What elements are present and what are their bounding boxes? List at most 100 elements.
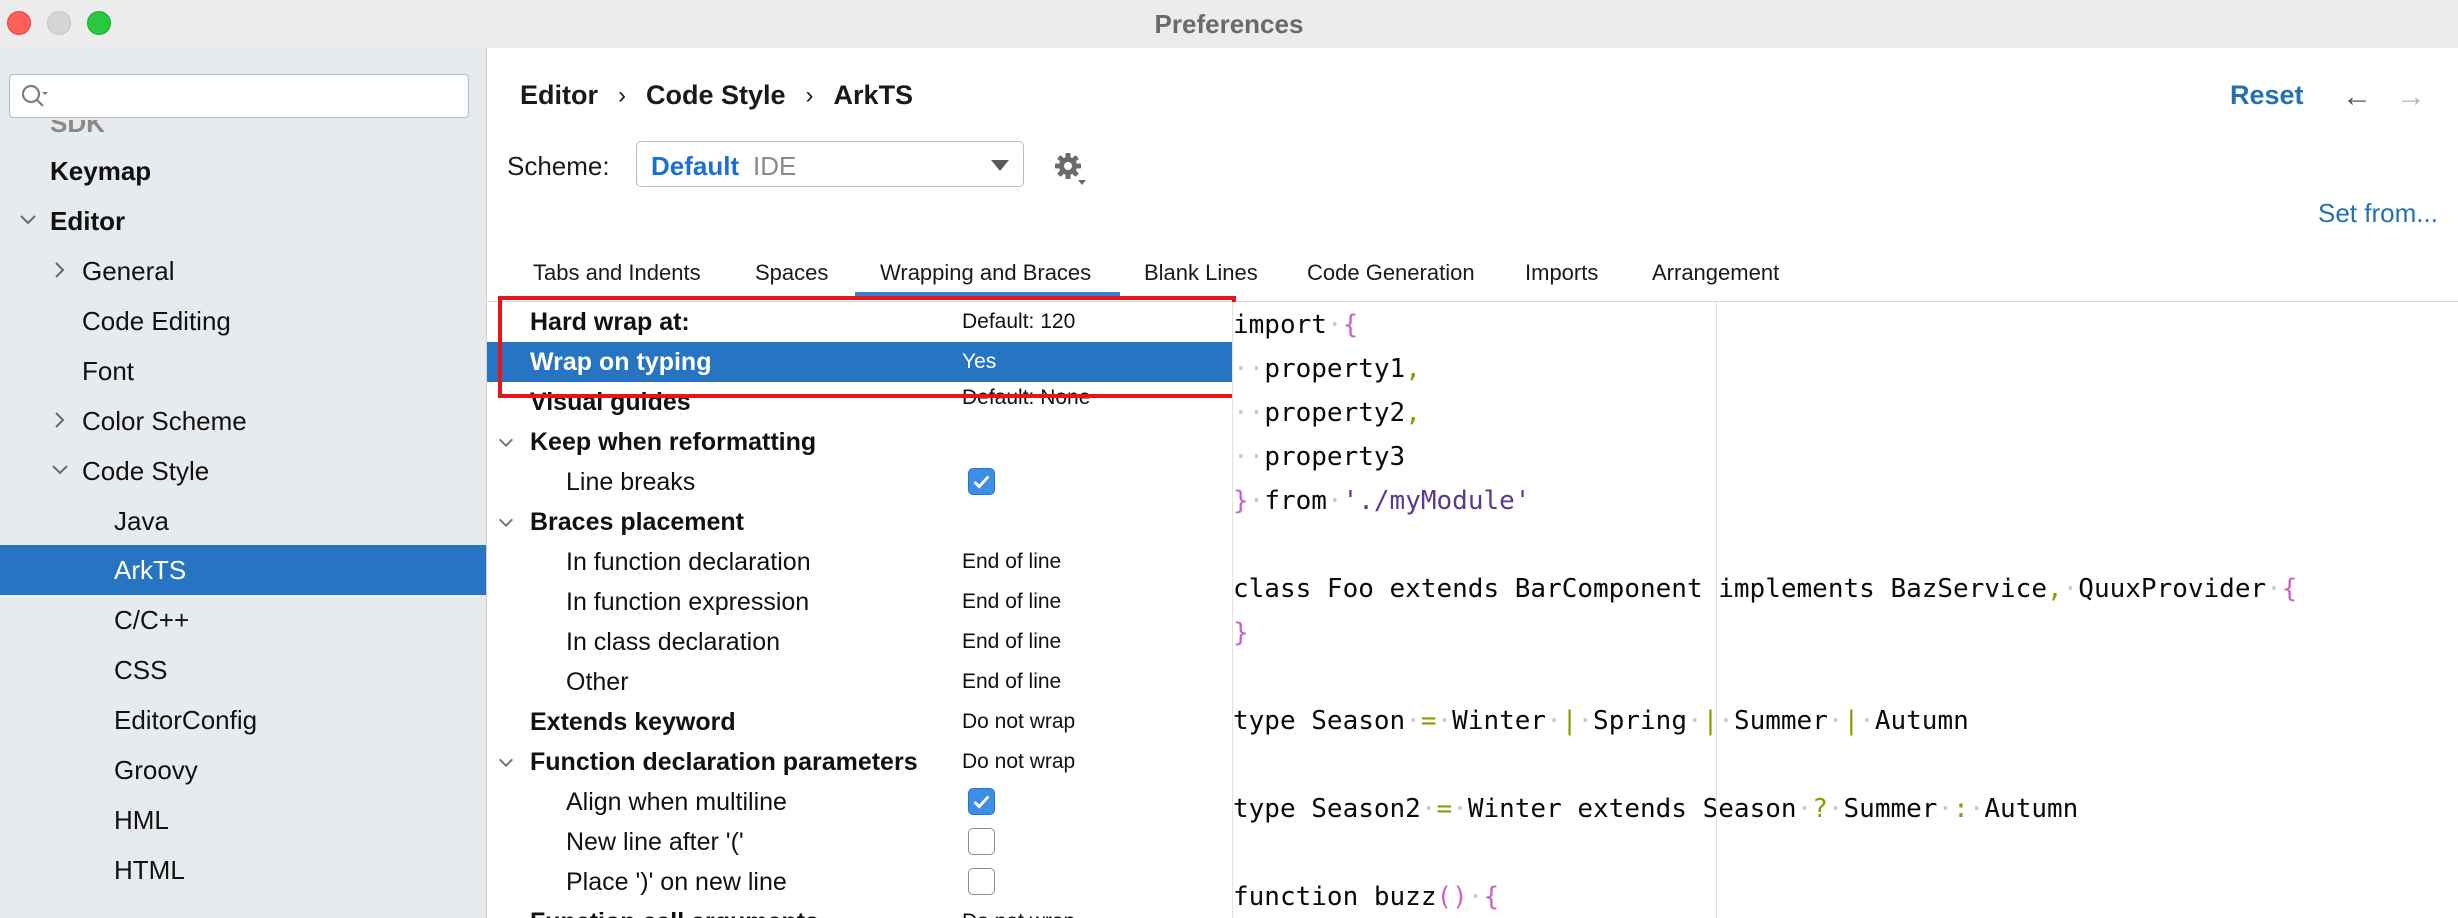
setting-value[interactable]: Do not wrap: [962, 710, 1075, 734]
sidebar-item-code-style[interactable]: Code Style: [0, 446, 486, 496]
tab-spaces[interactable]: Spaces: [755, 260, 828, 286]
sidebar-item-hml[interactable]: HML: [0, 795, 486, 845]
setting-row-other[interactable]: Other End of line: [487, 662, 1232, 702]
sidebar-item-label: Color Scheme: [82, 405, 247, 436]
chevron-down-icon[interactable]: [50, 460, 70, 480]
line-breaks-checkbox[interactable]: [968, 468, 995, 495]
sidebar-item-cpp[interactable]: C/C++: [0, 595, 486, 645]
setting-row-in-function-declaration[interactable]: In function declaration End of line: [487, 542, 1232, 582]
code-line: }: [1233, 618, 1249, 648]
setting-label: In function expression: [566, 588, 810, 616]
tab-code-generation[interactable]: Code Generation: [1307, 260, 1475, 286]
set-from-link[interactable]: Set from...: [2318, 198, 2438, 229]
new-line-after-checkbox[interactable]: [968, 828, 995, 855]
scheme-label: Scheme:: [507, 151, 610, 181]
breadcrumb-item[interactable]: Code Style: [646, 80, 786, 111]
setting-value[interactable]: End of line: [962, 590, 1061, 614]
tab-arrangement[interactable]: Arrangement: [1652, 260, 1779, 286]
tab-wrapping-and-braces[interactable]: Wrapping and Braces: [880, 260, 1091, 286]
code-line: type Season·=·Winter·|·Spring·|·Summer·|…: [1233, 706, 1969, 736]
setting-value[interactable]: End of line: [962, 630, 1061, 654]
setting-value[interactable]: End of line: [962, 550, 1061, 574]
setting-row-new-line-after-paren[interactable]: New line after '(': [487, 822, 1232, 862]
code-line: ··property2,: [1233, 398, 1421, 428]
code-line: type Season2·=·Winter extends Season·?·S…: [1233, 794, 2079, 824]
tab-tabs-and-indents[interactable]: Tabs and Indents: [533, 260, 701, 286]
sidebar-item-keymap[interactable]: Keymap: [0, 146, 486, 196]
setting-value[interactable]: Do not wrap: [962, 910, 1075, 918]
place-paren-checkbox[interactable]: [968, 868, 995, 895]
code-line: function buzz()·{: [1233, 882, 1500, 912]
chevron-down-icon[interactable]: [497, 754, 515, 772]
breadcrumb-separator-icon: ›: [805, 81, 814, 109]
check-icon: [973, 475, 990, 489]
setting-label: Function declaration parameters: [530, 748, 918, 776]
window-title: Preferences: [1154, 9, 1304, 39]
code-line: ··property1,: [1233, 354, 1421, 384]
sidebar-item-html[interactable]: HTML: [0, 845, 486, 895]
gear-icon[interactable]: [1052, 150, 1088, 186]
chevron-down-icon[interactable]: [497, 434, 515, 452]
setting-group-function-call-arguments[interactable]: Function call arguments Do not wrap: [487, 902, 1232, 918]
code-preview[interactable]: import·{ ··property1, ··property2, ··pro…: [1232, 302, 2458, 918]
setting-label: In class declaration: [566, 628, 781, 656]
scheme-select[interactable]: Default IDE: [636, 141, 1024, 187]
setting-row-align-when-multiline[interactable]: Align when multiline: [487, 782, 1232, 822]
sidebar-item-color-scheme[interactable]: Color Scheme: [0, 396, 486, 446]
setting-label: Keep when reformatting: [530, 428, 817, 456]
forward-arrow-icon[interactable]: →: [2396, 80, 2426, 114]
back-arrow-icon[interactable]: ←: [2342, 80, 2372, 114]
sidebar-item-label: CSS: [114, 654, 168, 685]
sidebar-item-label: Font: [82, 355, 135, 386]
chevron-down-icon[interactable]: [497, 514, 515, 532]
reset-button[interactable]: Reset: [2230, 80, 2304, 111]
sidebar-item-label: SDK: [50, 120, 105, 138]
search-input[interactable]: [58, 81, 458, 111]
sidebar-item-label: Code Style: [82, 455, 210, 486]
settings-sidebar: SDK Keymap Editor General Code Editing F…: [0, 48, 487, 918]
sidebar-item-css[interactable]: CSS: [0, 645, 486, 695]
align-multiline-checkbox[interactable]: [968, 788, 995, 815]
sidebar-item-label: C/C++: [114, 604, 190, 635]
sidebar-item-font[interactable]: Font: [0, 346, 486, 396]
setting-group-function-declaration-parameters[interactable]: Function declaration parameters Do not w…: [487, 742, 1232, 782]
sidebar-item-label: ArkTS: [114, 554, 187, 585]
search-box[interactable]: [9, 74, 469, 118]
setting-label: Extends keyword: [530, 708, 736, 736]
sidebar-item-groovy[interactable]: Groovy: [0, 745, 486, 795]
check-icon: [973, 795, 990, 809]
setting-value[interactable]: End of line: [962, 670, 1061, 694]
setting-label: New line after '(': [566, 828, 744, 856]
tab-imports[interactable]: Imports: [1525, 260, 1598, 286]
scheme-type: IDE: [753, 151, 797, 181]
code-line: ··property3: [1233, 442, 1406, 472]
chevron-right-icon[interactable]: [50, 410, 70, 430]
sidebar-item-code-editing[interactable]: Code Editing: [0, 296, 486, 346]
code-line: class Foo extends BarComponent implement…: [1233, 574, 2298, 604]
setting-value[interactable]: Do not wrap: [962, 750, 1075, 774]
sidebar-item-arkts[interactable]: ArkTS: [0, 545, 486, 595]
sidebar-item-general[interactable]: General: [0, 246, 486, 296]
setting-row-extends-keyword[interactable]: Extends keyword Do not wrap: [487, 702, 1232, 742]
sidebar-item-label: HTML: [114, 854, 185, 885]
scheme-name: Default: [651, 151, 740, 181]
setting-group-braces-placement[interactable]: Braces placement: [487, 502, 1232, 542]
dropdown-arrow-icon: [991, 160, 1009, 171]
search-icon[interactable]: [20, 83, 50, 109]
setting-row-line-breaks[interactable]: Line breaks: [487, 462, 1232, 502]
setting-row-place-paren-new-line[interactable]: Place ')' on new line: [487, 862, 1232, 902]
chevron-down-icon[interactable]: [497, 914, 515, 918]
sidebar-item-editor[interactable]: Editor: [0, 196, 486, 246]
breadcrumb-item[interactable]: Editor: [520, 80, 598, 111]
setting-label: Other: [566, 668, 629, 696]
chevron-right-icon[interactable]: [50, 260, 70, 280]
setting-group-keep-when-reformatting[interactable]: Keep when reformatting: [487, 422, 1232, 462]
setting-row-in-function-expression[interactable]: In function expression End of line: [487, 582, 1232, 622]
sidebar-item-editorconfig[interactable]: EditorConfig: [0, 695, 486, 745]
setting-row-in-class-declaration[interactable]: In class declaration End of line: [487, 622, 1232, 662]
sidebar-item-label: Editor: [50, 205, 126, 236]
chevron-down-icon[interactable]: [18, 210, 38, 230]
code-line: import·{: [1233, 310, 1359, 340]
sidebar-item-java[interactable]: Java: [0, 496, 486, 546]
tab-blank-lines[interactable]: Blank Lines: [1144, 260, 1258, 286]
